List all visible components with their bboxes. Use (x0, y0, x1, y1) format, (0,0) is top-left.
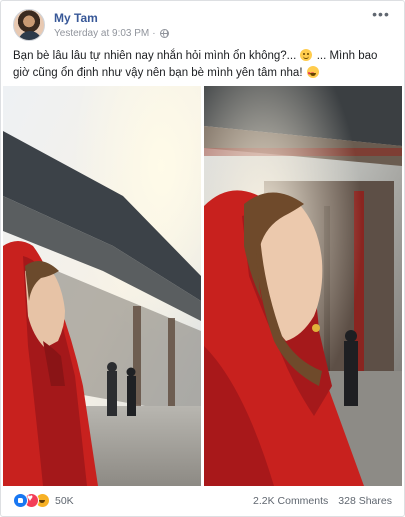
caption-text-1: Bạn bè lâu lâu tự nhiên nay nhắn hỏi mìn… (13, 50, 297, 62)
comments-count-link[interactable]: 2.2K Comments (253, 495, 328, 507)
post-caption: Bạn bè lâu lâu tự nhiên nay nhắn hỏi mìn… (13, 48, 393, 83)
reaction-count[interactable]: 50K (55, 495, 74, 507)
reactions-summary[interactable]: 50K (13, 493, 74, 508)
post-photo-left[interactable] (3, 86, 201, 486)
post-photo-right[interactable] (204, 86, 402, 486)
timestamp[interactable]: Yesterday at 9:03 PM (54, 28, 149, 39)
post-meta: Yesterday at 9:03 PM · (54, 28, 169, 39)
smiling-face-emoji-icon (300, 49, 313, 61)
post-header: My Tam Yesterday at 9:03 PM · ••• (13, 7, 392, 43)
avatar[interactable] (13, 9, 45, 41)
author-name[interactable]: My Tam (54, 11, 98, 25)
like-icon (13, 493, 28, 508)
post-footer: 50K 2.2K Comments 328 Shares (13, 491, 392, 511)
heart-eyes-emoji-icon (306, 66, 319, 83)
engagement-stats: 2.2K Comments 328 Shares (253, 495, 392, 507)
shares-count-link[interactable]: 328 Shares (338, 495, 392, 507)
separator-dot: · (152, 28, 156, 39)
more-options-button[interactable]: ••• (370, 7, 392, 25)
globe-icon[interactable] (159, 29, 169, 38)
facebook-post: My Tam Yesterday at 9:03 PM · ••• Bạn bè… (0, 0, 405, 517)
